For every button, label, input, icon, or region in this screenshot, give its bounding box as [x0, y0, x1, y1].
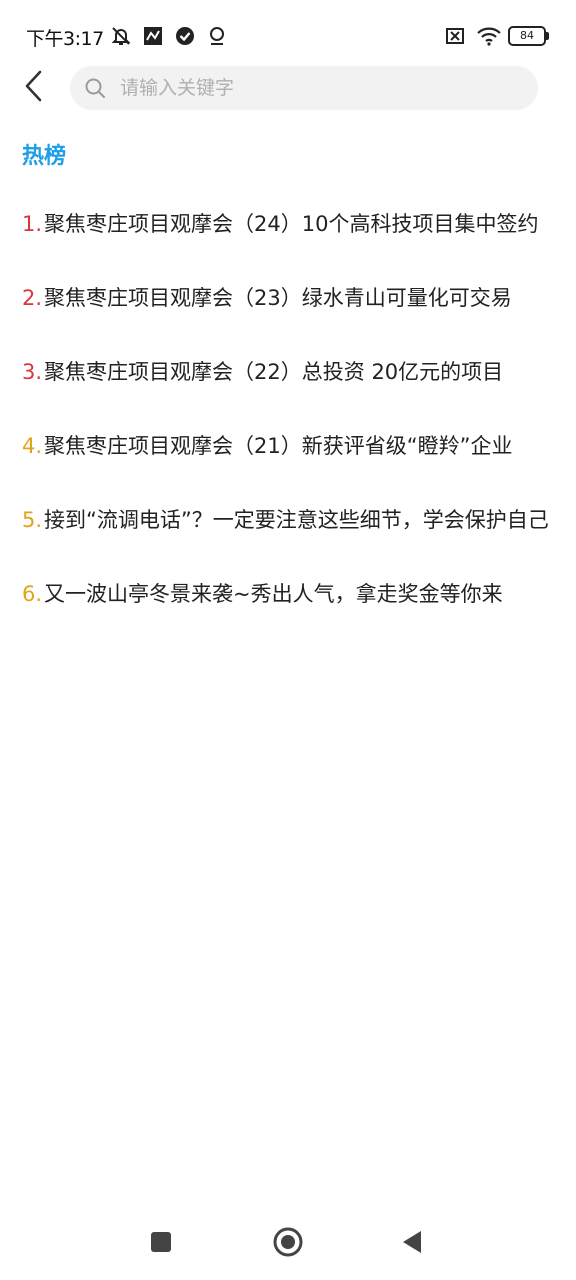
hot-item-rank: 4. [22, 434, 43, 458]
search-header [0, 62, 576, 116]
location-icon [206, 25, 228, 47]
hot-item-rank: 1. [22, 212, 43, 236]
hot-item-title: 聚焦枣庄项目观摩会（24）10个高科技项目集中签约 [44, 212, 539, 236]
hot-list-item[interactable]: 3. 聚焦枣庄项目观摩会（22）总投资 20亿元的项目 [22, 348, 554, 422]
recents-button[interactable] [141, 1224, 181, 1264]
status-time: 下午3:17 [26, 28, 104, 50]
hot-item-title: 接到“流调电话”？一定要注意这些细节，学会保护自己 [44, 508, 549, 532]
hot-item-title: 聚焦枣庄项目观摩会（22）总投资 20亿元的项目 [44, 360, 504, 384]
hot-item-rank: 5. [22, 508, 43, 532]
mute-bell-icon [110, 25, 132, 47]
app-notification-icon [142, 25, 164, 47]
hot-list: 1. 聚焦枣庄项目观摩会（24）10个高科技项目集中签约 2. 聚焦枣庄项目观摩会（2… [22, 200, 554, 644]
no-sim-icon [444, 25, 466, 47]
status-bar: 下午3:17 84 [0, 0, 576, 70]
search-input[interactable] [118, 76, 502, 100]
chevron-left-icon [22, 69, 46, 107]
page: 下午3:17 84 请输入关键字 热榜 1. 聚焦枣庄项目观摩会（24）10个高… [0, 0, 576, 1280]
hot-list-item[interactable]: 4. 聚焦枣庄项目观摩会（21）新获评省级“瞪羚”企业 [22, 422, 554, 496]
hot-item-title: 又一波山亭冬景来袭~秀出人气，拿走奖金等你来 [44, 582, 503, 606]
battery-icon: 84 [508, 26, 549, 46]
status-left-icons [110, 24, 228, 48]
recents-square-icon [149, 1230, 173, 1258]
search-box[interactable] [70, 66, 538, 110]
status-right-icons: 84 [444, 24, 549, 48]
back-button[interactable] [14, 68, 54, 108]
hot-item-title: 聚焦枣庄项目观摩会（21）新获评省级“瞪羚”企业 [44, 434, 513, 458]
hot-list-item[interactable]: 5. 接到“流调电话”？一定要注意这些细节，学会保护自己 [22, 496, 554, 570]
hot-item-title: 聚焦枣庄项目观摩会（23）绿水青山可量化可交易 [44, 286, 512, 310]
system-nav-bar [0, 1210, 576, 1280]
check-badge-icon [174, 25, 196, 47]
hot-item-rank: 6. [22, 582, 43, 606]
nav-back-button[interactable] [392, 1224, 432, 1264]
hot-list-item[interactable]: 6. 又一波山亭冬景来袭~秀出人气，拿走奖金等你来 [22, 570, 554, 644]
hot-item-rank: 3. [22, 360, 43, 384]
hot-list-item[interactable]: 1. 聚焦枣庄项目观摩会（24）10个高科技项目集中签约 [22, 200, 554, 274]
hot-list-item[interactable]: 2. 聚焦枣庄项目观摩会（23）绿水青山可量化可交易 [22, 274, 554, 348]
search-icon [84, 77, 106, 99]
hot-list-title: 热榜 [22, 144, 67, 169]
wifi-icon [476, 25, 501, 47]
back-triangle-icon [400, 1229, 424, 1259]
home-circle-icon [272, 1226, 304, 1262]
hot-item-rank: 2. [22, 286, 43, 310]
home-button[interactable] [268, 1224, 308, 1264]
